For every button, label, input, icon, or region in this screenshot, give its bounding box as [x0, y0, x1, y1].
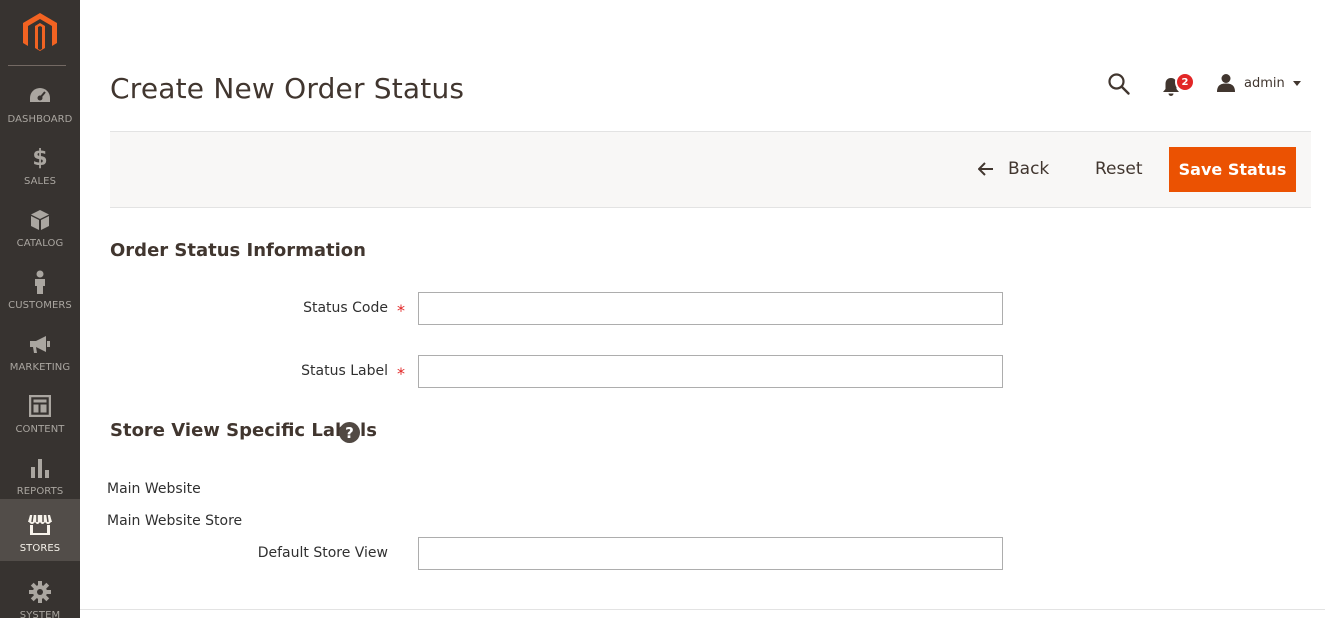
user-account-menu[interactable]: admin — [1216, 72, 1301, 94]
search-icon — [1108, 73, 1130, 95]
section-title-store-view-labels: Store View Specific Labels — [110, 420, 377, 441]
layout-icon — [29, 394, 51, 418]
sidebar-item-label: MARKETING — [9, 362, 71, 373]
status-code-input[interactable] — [418, 292, 1003, 325]
help-icon[interactable]: ? — [339, 422, 360, 443]
user-icon — [1217, 74, 1235, 92]
default-store-view-label: Default Store View — [257, 545, 388, 561]
box-icon — [30, 208, 50, 232]
notification-count-badge: 2 — [1175, 72, 1195, 92]
arrow-left-icon — [978, 162, 993, 176]
reset-button[interactable]: Reset — [1095, 158, 1143, 180]
sidebar-item-label: SALES — [23, 176, 57, 187]
website-name: Main Website — [107, 481, 201, 497]
footer-divider — [80, 609, 1325, 610]
sidebar-item-marketing[interactable]: MARKETING — [0, 318, 80, 380]
dollar-icon: $ — [32, 145, 48, 171]
sidebar-item-stores[interactable]: STORES — [0, 499, 80, 561]
section-title-order-status-information: Order Status Information — [110, 240, 366, 261]
sidebar-item-label: CUSTOMERS — [8, 300, 72, 311]
store-name: Main Website Store — [107, 513, 243, 529]
megaphone-icon — [28, 332, 52, 356]
sidebar-item-label: CONTENT — [15, 424, 65, 435]
sidebar-item-label: DASHBOARD — [7, 114, 73, 125]
sidebar-item-content[interactable]: CONTENT — [0, 380, 80, 442]
global-search-button[interactable] — [1107, 72, 1131, 96]
sidebar-item-sales[interactable]: $ SALES — [0, 132, 80, 194]
user-name: admin — [1244, 75, 1285, 91]
back-button-label: Back — [1008, 159, 1050, 179]
magento-logo[interactable] — [0, 0, 80, 66]
sidebar-item-customers[interactable]: CUSTOMERS — [0, 256, 80, 318]
sidebar-item-dashboard[interactable]: DASHBOARD — [0, 70, 80, 132]
magento-logo-icon — [23, 13, 57, 51]
save-status-button[interactable]: Save Status — [1169, 147, 1296, 192]
status-label-input[interactable] — [418, 355, 1003, 388]
sidebar-item-reports[interactable]: REPORTS — [0, 442, 80, 504]
status-label-label: Status Label — [301, 363, 388, 379]
sidebar-item-label: CATALOG — [16, 238, 64, 249]
required-indicator: * — [397, 364, 405, 383]
dashboard-icon — [28, 84, 52, 108]
sidebar-item-label: SYSTEM — [19, 610, 61, 618]
required-indicator: * — [397, 301, 405, 320]
page-title: Create New Order Status — [110, 72, 465, 105]
caret-down-icon — [1292, 80, 1301, 86]
sidebar-divider — [8, 65, 66, 66]
notifications-button[interactable]: 2 — [1160, 72, 1195, 98]
status-code-label: Status Code — [303, 300, 388, 316]
sidebar-item-system[interactable]: SYSTEM — [0, 566, 80, 618]
sidebar-item-label: REPORTS — [16, 486, 64, 497]
person-icon — [33, 270, 47, 294]
default-store-view-input[interactable] — [418, 537, 1003, 570]
gear-icon — [29, 580, 51, 604]
sidebar-item-catalog[interactable]: CATALOG — [0, 194, 80, 256]
admin-sidebar: DASHBOARD $ SALES CATALOG CUSTOMERS MARK… — [0, 0, 80, 618]
back-button[interactable]: Back — [978, 158, 1049, 180]
storefront-icon — [27, 513, 53, 537]
bar-chart-icon — [29, 456, 51, 480]
sidebar-item-label: STORES — [19, 543, 61, 554]
